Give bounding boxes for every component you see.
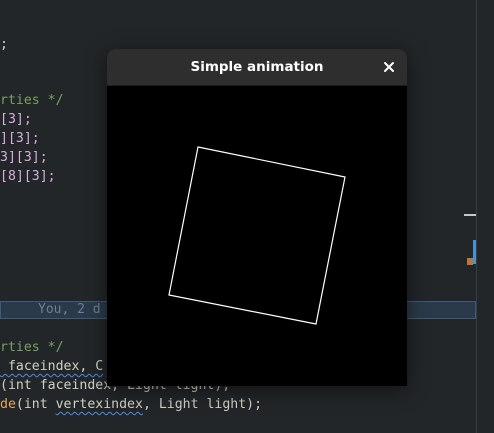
animation-svg — [168, 146, 346, 325]
code-line: rties */ — [0, 91, 64, 110]
scroll-position-marker — [464, 214, 476, 216]
close-button[interactable] — [379, 57, 399, 77]
code-token: [3]; — [0, 112, 32, 127]
git-blame-annotation: You, 2 d — [38, 302, 101, 317]
scrollbar-thumb[interactable] — [473, 240, 476, 264]
code-line: faceindex, C — [0, 357, 103, 376]
code-token: [8][3]; — [0, 169, 56, 184]
window-title: Simple animation — [190, 59, 324, 75]
code-token: vertexindex — [55, 397, 143, 412]
scrollbar-warning-marker — [467, 258, 473, 265]
code-token: rties */ — [0, 340, 64, 355]
code-line: ; — [0, 35, 8, 54]
code-token: ; — [0, 37, 8, 52]
code-token: de — [0, 397, 16, 412]
code-token: (int — [15, 397, 56, 412]
minimap-edge — [476, 0, 477, 433]
close-icon — [384, 62, 394, 72]
code-line: rties */ — [0, 338, 64, 357]
code-token: rties */ — [0, 93, 64, 108]
animation-canvas — [107, 86, 407, 386]
code-line: [3]; — [0, 110, 32, 129]
code-token: ][3]; — [0, 131, 40, 146]
window-titlebar[interactable]: Simple animation — [107, 49, 407, 86]
code-token: 3][3]; — [0, 150, 48, 165]
rotating-square — [168, 146, 346, 325]
code-line: de(int vertexindex, Light light); — [0, 395, 262, 414]
code-line: 3][3]; — [0, 148, 48, 167]
code-line: [8][3]; — [0, 167, 56, 186]
code-token: , Light light); — [142, 397, 263, 412]
code-token: faceindex, C — [0, 359, 104, 374]
simple-animation-window[interactable]: Simple animation — [107, 49, 407, 386]
code-line: ][3]; — [0, 129, 40, 148]
